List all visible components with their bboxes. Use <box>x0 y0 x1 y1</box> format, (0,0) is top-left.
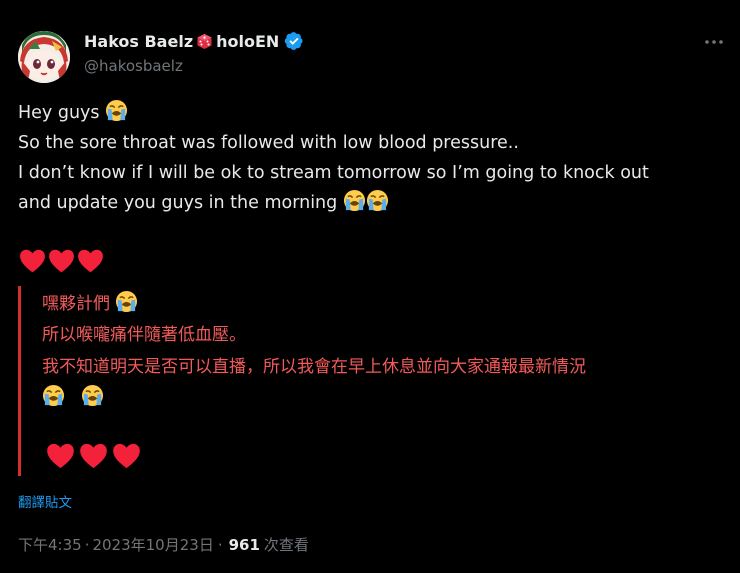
translation-emoji-line <box>42 384 104 411</box>
translate-post-link[interactable]: 翻譯貼文 <box>18 491 72 511</box>
translation-hearts-row <box>46 442 145 478</box>
views-count: 961 <box>228 535 260 554</box>
translation-line-1-text: 嘿夥計們 <box>42 294 110 314</box>
crying-face-icon <box>82 384 104 407</box>
crying-face-icon <box>116 290 138 313</box>
meta-separator: · <box>84 535 90 554</box>
tweet-line-1-text: Hey guys <box>18 103 100 123</box>
heart-icon <box>47 443 74 469</box>
tweet-line-4: and update you guys in the morning <box>18 188 718 218</box>
author-handle[interactable]: @hakosbaelz <box>84 57 183 75</box>
crying-face-icon <box>106 99 128 122</box>
author-name-row[interactable]: Hakos Baelz holoEN <box>84 31 304 51</box>
translation-line-1: 嘿夥計們 <box>42 290 138 317</box>
tweet-line-4-text: and update you guys in the morning <box>18 193 338 213</box>
views-label: 次查看 <box>263 536 309 554</box>
dice-icon <box>196 33 213 50</box>
tweet-line-3: I don’t know if I will be ok to stream t… <box>18 163 649 183</box>
more-dots-icon <box>705 40 723 44</box>
crying-face-icon <box>366 189 388 212</box>
affiliation-name[interactable]: holoEN <box>216 32 279 51</box>
tweet: Hakos Baelz holoEN @hakosbaelz Hey guys … <box>0 0 740 573</box>
tweet-line-2: So the sore throat was followed with low… <box>18 133 519 153</box>
tweet-line-1: Hey guys <box>18 98 718 128</box>
translation-line-2: 所以喉嚨痛伴隨著低血壓。 <box>42 325 246 345</box>
tweet-text: Hey guys So the sore throat was followed… <box>18 98 718 218</box>
avatar[interactable] <box>18 31 70 83</box>
translation-line-3: 我不知道明天是否可以直播，所以我會在早上休息並向大家通報最新情況 <box>42 357 586 377</box>
translation-block: 嘿夥計們 所以喉嚨痛伴隨著低血壓。 我不知道明天是否可以直播，所以我會在早上休息… <box>18 286 728 476</box>
heart-icon <box>80 443 107 469</box>
verified-badge-icon[interactable] <box>284 31 304 51</box>
post-time[interactable]: 下午4:35 <box>18 534 82 555</box>
heart-icon <box>49 249 74 273</box>
hearts-row <box>19 248 104 274</box>
heart-icon <box>78 249 103 273</box>
post-meta: 下午4:35 · 2023年10月23日 · 961 次查看 <box>18 534 309 555</box>
display-name[interactable]: Hakos Baelz <box>84 32 193 51</box>
post-date[interactable]: 2023年10月23日 <box>92 534 213 555</box>
crying-face-icon <box>343 189 365 212</box>
crying-face-icon <box>42 384 65 407</box>
more-options-button[interactable] <box>700 32 728 52</box>
heart-icon <box>20 249 45 273</box>
avatar-image <box>18 31 70 83</box>
heart-icon <box>113 443 140 469</box>
meta-separator: · <box>217 535 223 554</box>
